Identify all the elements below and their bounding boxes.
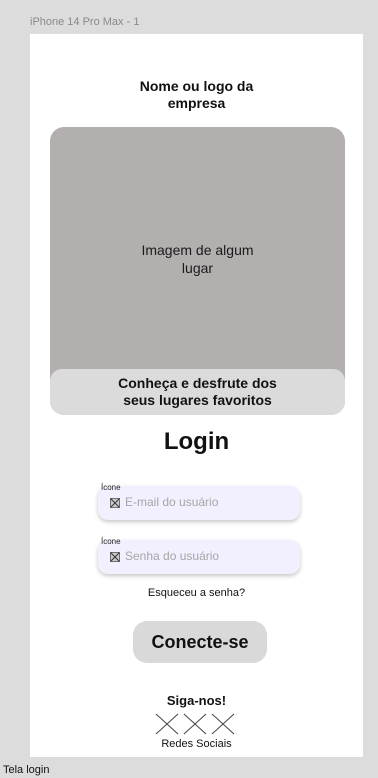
social-placeholder-icon[interactable] [211,713,235,735]
email-icon-label: Ícone [101,483,121,492]
social-networks-label: Redes Sociais [161,738,232,750]
hero-image-text-line1: Imagem de algum [141,242,254,258]
forgot-password-link[interactable]: Esqueceu a senha? [30,587,363,599]
company-name: Nome ou logo da empresa [30,78,363,112]
email-input[interactable] [125,492,290,512]
hero-caption-line1: Conheça e desfrute dos [118,375,277,391]
social-placeholder-icon[interactable] [155,713,179,735]
password-placeholder-icon [110,552,120,562]
hero-caption: Conheça e desfrute dos seus lugares favo… [50,369,345,415]
password-icon-label: Ícone [101,537,121,546]
connect-button[interactable]: Conecte-se [133,621,267,663]
company-name-line2: empresa [167,95,226,111]
frame-title: iPhone 14 Pro Max - 1 [30,16,140,28]
hero-image: Imagem de algum lugar Conheça e desfrute… [50,127,345,415]
social-placeholder-icon[interactable] [183,713,207,735]
password-field[interactable]: Ícone [98,537,300,574]
social-icons [155,713,245,735]
hero-image-text-line2: lugar [181,260,214,276]
login-title: Login [163,428,230,455]
hero-caption-line2: seus lugares favoritos [123,392,272,408]
company-name-line1: Nome ou logo da [139,78,254,94]
follow-us-title: Siga-nos! [166,693,227,708]
screen-label: Tela login [3,764,50,776]
phone-screen: Nome ou logo da empresa Imagem de algum … [30,34,363,757]
email-placeholder-icon [110,498,120,508]
password-input[interactable] [125,546,290,566]
hero-image-placeholder: Imagem de algum lugar [50,241,345,277]
email-field[interactable]: Ícone [98,483,300,520]
